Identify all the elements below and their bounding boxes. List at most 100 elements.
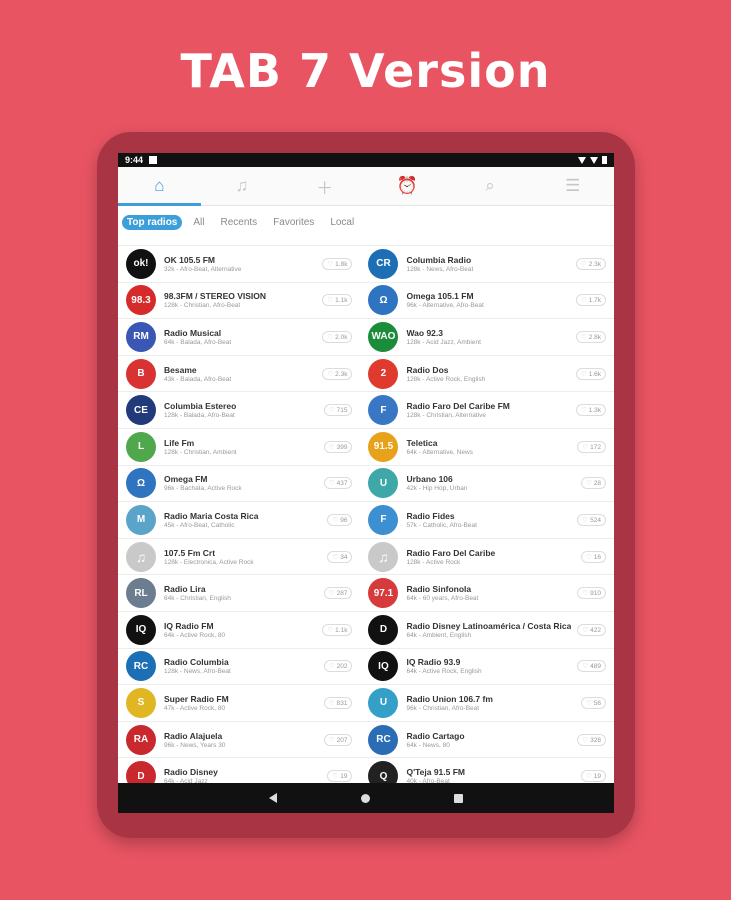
like-count-button[interactable]: ♡ 1.3k [575,404,606,417]
like-count: 328 [590,736,601,744]
station-row[interactable]: ♫ 107.5 Fm Crt 128k - Electronica, Active … [118,539,361,576]
station-row[interactable]: L Life Fm 128k - Christian, Ambient ♡ 399 [118,429,361,466]
home-nav-icon[interactable] [361,793,370,803]
alarm-icon[interactable]: ⏰ [366,167,449,205]
station-logo-icon: S [126,687,156,718]
plus-icon[interactable]: ＋ [283,167,366,205]
home-icon[interactable]: ⌂ [118,167,201,206]
station-logo-icon: RC [368,724,399,755]
station-logo-icon: IQ [368,651,399,682]
station-row[interactable]: 91.5 Teletica 64k - Alternative, News ♡ 172 [360,429,614,466]
like-count-button[interactable]: ♡ 28 [580,477,606,490]
station-row[interactable]: ♫ Radio Faro Del Caribe 128k - Active Rock… [360,539,614,576]
station-name: Omega FM [164,474,208,485]
station-meta: Radio Disney Latinoamérica / Costa Rica 6… [406,621,571,639]
station-row[interactable]: D Radio Disney Latinoamérica / Costa Rica… [360,612,614,649]
station-row[interactable]: WAO Wao 92.3 128k - Acid Jazz, Ambient ♡ 2.8… [360,319,614,356]
android-nav-bar [118,783,614,813]
station-row[interactable]: U Radio Union 106.7 fm 96k - Christian, Af… [360,685,614,722]
station-row[interactable]: RC Radio Columbia 128k - News, Afro-Beat ♡ 2… [118,649,361,686]
station-row[interactable]: U Urbano 106 42k - Hip Hop, Urban ♡ 28 [360,466,614,503]
like-count-button[interactable]: ♡ 34 [327,550,353,563]
station-row[interactable]: M Radio Maria Costa Rica 45k - Afro-Beat, … [118,502,361,539]
station-logo-icon: RL [126,578,156,609]
heart-icon: ♡ [582,516,589,524]
station-name: Teletica [406,437,438,448]
heart-icon: ♡ [580,333,587,341]
like-count-button[interactable]: ♡ 19 [580,770,606,783]
back-icon[interactable] [269,793,277,803]
like-count-button[interactable]: ♡ 202 [323,660,353,673]
search-icon[interactable]: ⌕ [449,167,532,205]
like-count-button[interactable]: ♡ 489 [577,660,606,673]
filter-top-radios[interactable]: Top radios [122,215,183,230]
like-count-button[interactable]: ♡ 207 [323,733,353,746]
station-row[interactable]: S Super Radio FM 47k - Active Rock, 80 ♡ 831 [118,685,361,722]
station-row[interactable]: RL Radio Lira 64k - Christian, English ♡ 287 [118,575,361,612]
station-row[interactable]: F Radio Fides 57k - Catholic, Afro-Beat ♡ 52… [360,502,614,539]
like-count-button[interactable]: ♡ 2.8k [575,330,606,343]
like-count-button[interactable]: ♡ 19 [327,770,353,783]
filter-favorites[interactable]: Favorites [268,215,319,230]
station-row[interactable]: Ω Omega 105.1 FM 96k - Alternative, Afro-B… [360,283,614,320]
like-count-button[interactable]: ♡ 399 [323,440,353,453]
station-name: IQ Radio FM [164,620,214,631]
like-count-button[interactable]: ♡ 1.1k [322,294,353,307]
recents-icon[interactable] [454,793,463,803]
like-count-button[interactable]: ♡ 1.1k [322,623,353,636]
station-meta: Wao 92.3 128k - Acid Jazz, Ambient [406,328,569,346]
like-count-button[interactable]: ♡ 524 [577,513,606,526]
like-count-button[interactable]: ♡ 1.6k [575,367,606,380]
like-count-button[interactable]: ♡ 422 [577,623,606,636]
station-row[interactable]: B Besame 43k - Balada, Afro-Beat ♡ 2.3k [118,356,361,393]
station-details: 57k - Catholic, Afro-Beat [406,521,477,529]
filter-recents[interactable]: Recents [216,215,263,230]
like-count-button[interactable]: ♡ 2.0k [322,330,353,343]
like-count: 399 [336,443,348,451]
like-count-button[interactable]: ♡ 437 [323,477,353,490]
like-count-button[interactable]: ♡ 910 [577,587,606,600]
like-count-button[interactable]: ♡ 96 [327,513,353,526]
station-row[interactable]: RM Radio Musical 64k - Balada, Afro-Beat ♡ 2… [118,319,361,356]
like-count-button[interactable]: ♡ 16 [580,550,606,563]
station-row[interactable]: IQ IQ Radio FM 64k - Active Rock, 80 ♡ 1.1k [118,612,361,649]
station-logo-icon: Ω [368,285,399,316]
station-meta: Radio Fides 57k - Catholic, Afro-Beat [406,511,571,529]
station-row[interactable]: 97.1 Radio Sinfonola 64k - 60 years, Afro-… [360,575,614,612]
like-count-button[interactable]: ♡ 1.8k [322,257,353,270]
station-row[interactable]: ok! OK 105.5 FM 32k - Afro-Beat, Alternati… [118,246,361,283]
station-details: 96k - Bachata, Active Rock [164,485,242,493]
filter-all[interactable]: All [188,215,209,230]
station-row[interactable]: CE Columbia Estereo 128k - Balada, Afro-Be… [118,392,361,429]
like-count-button[interactable]: ♡ 1.7k [575,294,606,307]
like-count-button[interactable]: ♡ 56 [580,696,606,709]
like-count-button[interactable]: ♡ 831 [323,696,353,709]
like-count-button[interactable]: ♡ 2.3k [575,257,606,270]
station-row[interactable]: 98.3 98.3FM / STEREO VISION 128k - Christi… [118,283,361,320]
station-logo-icon: B [126,358,156,389]
heart-icon: ♡ [328,443,335,451]
filter-local[interactable]: Local [325,215,359,230]
station-row[interactable]: CR Columbia Radio 128k - News, Afro-Beat ♡ 2… [360,246,614,283]
station-details: 45k - Afro-Beat, Catholic [164,521,235,529]
like-count-button[interactable]: ♡ 328 [577,733,606,746]
like-count-button[interactable]: ♡ 172 [577,440,606,453]
station-name: Radio Disney [164,767,218,778]
like-count-button[interactable]: ♡ 287 [323,587,353,600]
station-logo-icon: U [368,687,399,718]
station-row[interactable]: F Radio Faro Del Caribe FM 128k - Christia… [360,392,614,429]
station-row[interactable]: 2 Radio Dos 128k - Active Rock, English ♡ 1.… [360,356,614,393]
station-meta: Columbia Estereo 128k - Balada, Afro-Beat [164,401,318,419]
like-count: 287 [336,590,348,598]
menu-icon[interactable]: ☰ [531,167,614,205]
music-icon[interactable]: ♫ [201,167,284,205]
like-count-button[interactable]: ♡ 2.3k [322,367,353,380]
station-details: 42k - Hip Hop, Urban [406,485,468,493]
station-row[interactable]: RA Radio Alajuela 96k - News, Years 30 ♡ 207 [118,722,361,759]
station-row[interactable]: Ω Omega FM 96k - Bachata, Active Rock ♡ 437 [118,466,361,503]
like-count-button[interactable]: ♡ 715 [323,404,353,417]
station-row[interactable]: RC Radio Cartago 64k - News, 80 ♡ 328 [360,722,614,759]
battery-icon [602,156,607,164]
station-row[interactable]: IQ IQ Radio 93.9 64k - Active Rock, Englis… [360,649,614,686]
station-meta: Radio Cartago 64k - News, 80 [406,731,571,749]
